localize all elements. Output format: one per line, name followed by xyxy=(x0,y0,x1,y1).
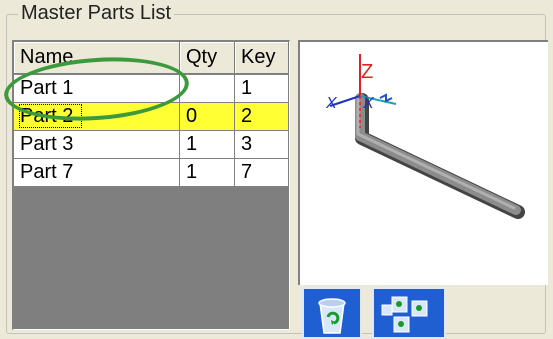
part-name-cell[interactable]: Part 7 xyxy=(14,158,180,187)
recycle-bin-button[interactable] xyxy=(302,287,362,339)
parts-list[interactable]: Name Qty Key Part 1 1 Part 2 0 2 Part 3 … xyxy=(12,40,290,330)
part-qty-cell[interactable]: 0 xyxy=(179,102,235,131)
part-key-cell[interactable]: 3 xyxy=(234,130,289,159)
grid-view-icon xyxy=(381,296,428,333)
part-qty-cell[interactable]: 1 xyxy=(179,158,235,187)
parts-table: Name Qty Key Part 1 1 Part 2 0 2 Part 3 … xyxy=(14,42,289,187)
table-row[interactable]: Part 7 1 7 xyxy=(14,158,289,187)
group-title: Master Parts List xyxy=(18,1,175,25)
part-key-cell[interactable]: 7 xyxy=(234,158,289,187)
table-row[interactable]: Part 3 1 3 xyxy=(14,130,289,159)
column-header-qty[interactable]: Qty xyxy=(179,42,235,75)
recycle-bin-icon xyxy=(318,298,346,334)
column-header-name[interactable]: Name xyxy=(14,42,180,75)
part-name-cell[interactable]: Part 2 xyxy=(14,102,180,131)
table-row-selected[interactable]: Part 2 0 2 xyxy=(14,102,289,131)
preview-canvas: Z X X xyxy=(325,54,525,219)
part-qty-cell[interactable]: 1 xyxy=(179,130,235,159)
part-name-cell[interactable]: Part 3 xyxy=(14,130,180,159)
x-axis-label: X xyxy=(325,95,338,112)
table-row[interactable]: Part 1 1 xyxy=(14,74,289,103)
z-axis-label: Z xyxy=(361,61,373,83)
multi-view-button[interactable] xyxy=(372,287,446,339)
part-3d-preview[interactable]: Z X X xyxy=(298,40,548,285)
part-qty-cell[interactable] xyxy=(179,74,235,103)
column-header-key[interactable]: Key xyxy=(234,42,289,75)
y-axis-label: X xyxy=(362,95,375,112)
part-key-cell[interactable]: 2 xyxy=(234,102,289,131)
header-row: Name Qty Key xyxy=(14,42,289,75)
part-name-text: Part 2 xyxy=(18,104,83,128)
part-key-cell[interactable]: 1 xyxy=(234,74,289,103)
part-name-cell[interactable]: Part 1 xyxy=(14,74,180,103)
